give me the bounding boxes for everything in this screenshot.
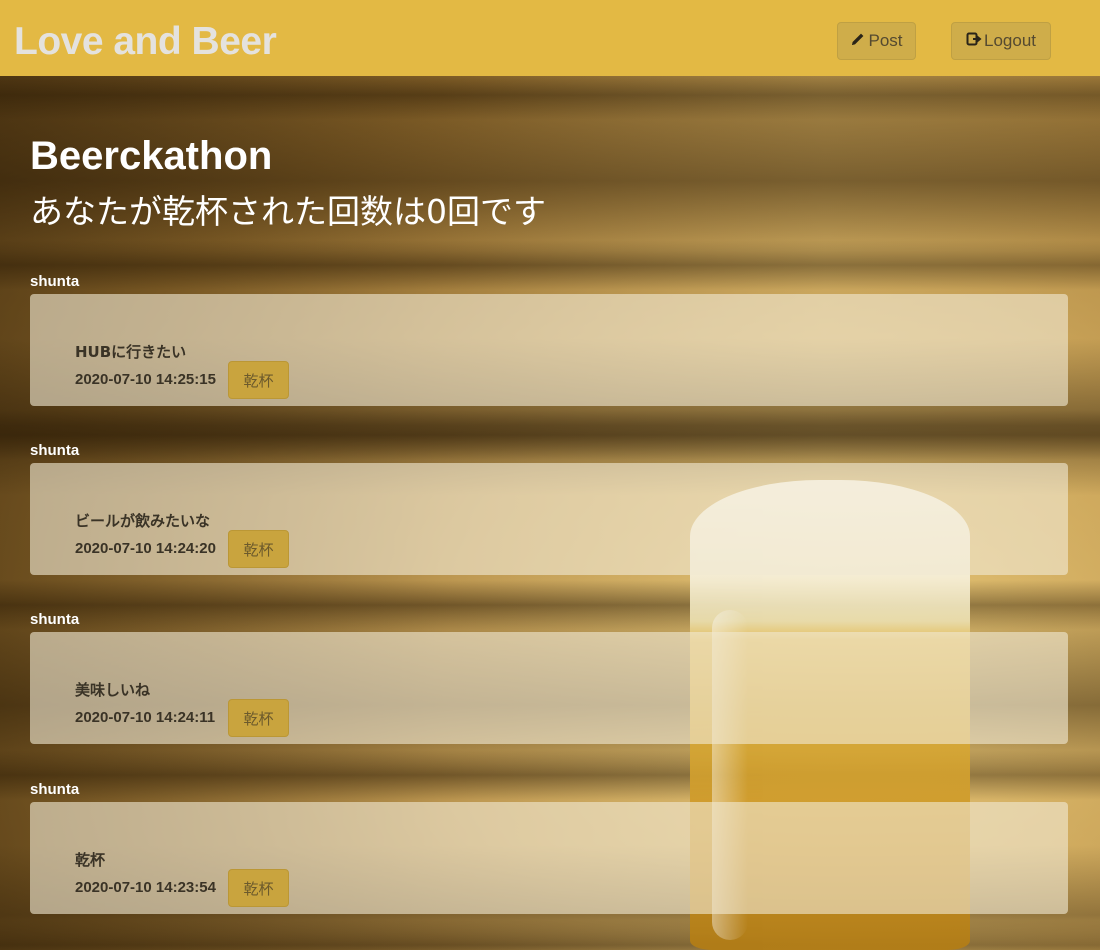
post-item: shunta HUBに行きたい 2020-07-10 14:25:15 乾杯 <box>30 272 1068 406</box>
post-button[interactable]: Post <box>837 22 916 60</box>
post-button-label: Post <box>868 31 903 50</box>
post-text: ビールが飲みたいな <box>75 512 211 530</box>
post-timestamp: 2020-07-10 14:24:11 <box>75 709 216 726</box>
post-timestamp: 2020-07-10 14:23:54 <box>75 879 216 896</box>
post-card: 美味しいね 2020-07-10 14:24:11 乾杯 <box>30 632 1068 744</box>
sign-out-icon <box>966 31 982 52</box>
logout-button-label: Logout <box>984 31 1036 50</box>
cheers-count-message: あなたが乾杯された回数は0回です <box>30 192 546 231</box>
post-text: 美味しいね <box>75 681 151 699</box>
cheers-button[interactable]: 乾杯 <box>228 699 289 737</box>
post-card: 乾杯 2020-07-10 14:23:54 乾杯 <box>30 802 1068 914</box>
post-item: shunta ビールが飲みたいな 2020-07-10 14:24:20 乾杯 <box>30 441 1068 575</box>
cheers-button[interactable]: 乾杯 <box>228 361 289 399</box>
post-item: shunta 美味しいね 2020-07-10 14:24:11 乾杯 <box>30 610 1068 744</box>
pencil-icon <box>850 31 866 52</box>
cheers-button[interactable]: 乾杯 <box>228 869 289 907</box>
post-item: shunta 乾杯 2020-07-10 14:23:54 乾杯 <box>30 780 1068 914</box>
post-card: ビールが飲みたいな 2020-07-10 14:24:20 乾杯 <box>30 463 1068 575</box>
post-username: shunta <box>30 273 80 290</box>
post-username: shunta <box>30 611 80 628</box>
post-timestamp: 2020-07-10 14:25:15 <box>75 371 216 388</box>
page-title: Beerckathon <box>30 134 273 178</box>
post-username: shunta <box>30 442 80 459</box>
post-card: HUBに行きたい 2020-07-10 14:25:15 乾杯 <box>30 294 1068 406</box>
post-text: 乾杯 <box>75 851 106 869</box>
post-username: shunta <box>30 781 80 798</box>
cheers-button[interactable]: 乾杯 <box>228 530 289 568</box>
post-timestamp: 2020-07-10 14:24:20 <box>75 540 216 557</box>
top-navbar: Love and Beer Post Logout <box>0 0 1100 76</box>
logout-button[interactable]: Logout <box>951 22 1051 60</box>
brand-title[interactable]: Love and Beer <box>14 20 277 64</box>
main-content: Beerckathon あなたが乾杯された回数は0回です <box>30 130 1070 232</box>
post-text: HUBに行きたい <box>75 343 187 361</box>
